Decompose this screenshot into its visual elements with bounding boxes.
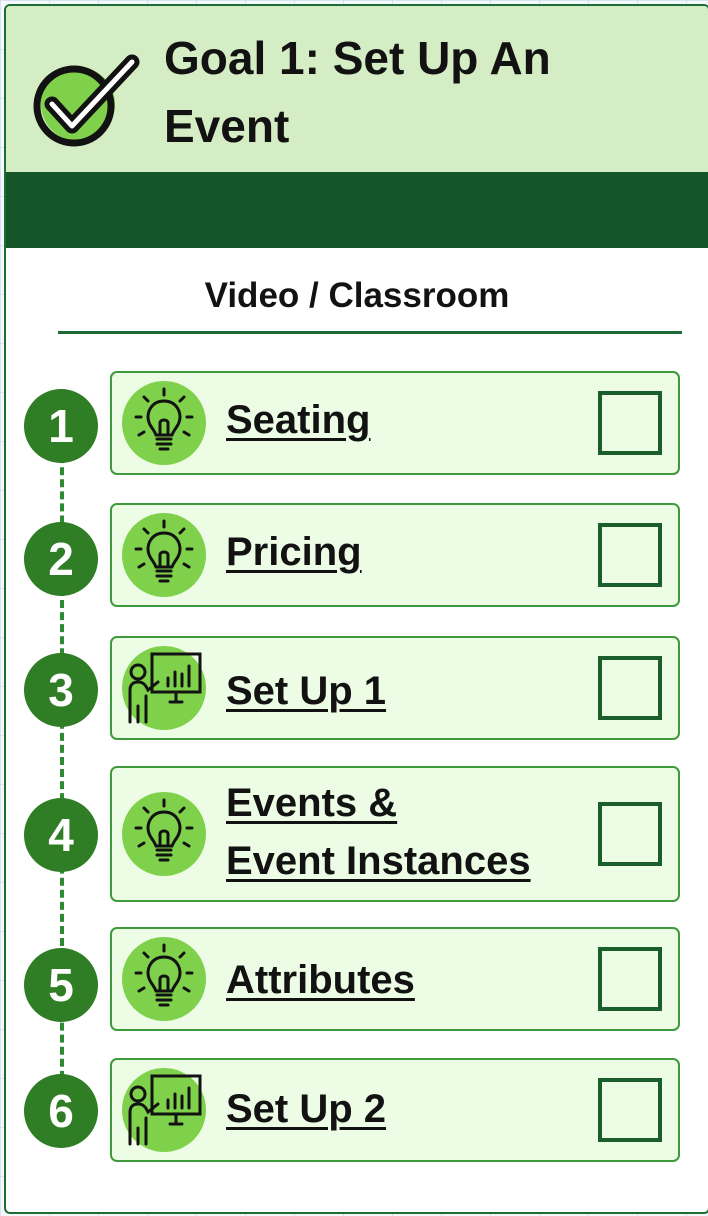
step-number-4: 4 [24, 798, 98, 872]
section-title: Video / Classroom [204, 276, 510, 315]
completion-checkbox[interactable] [598, 656, 662, 720]
section-divider [58, 331, 682, 334]
checklist-item-events-event-instances[interactable]: Events & Event Instances [110, 766, 680, 902]
step-number-1: 1 [24, 389, 98, 463]
checklist-item-pricing[interactable]: Pricing [110, 503, 680, 607]
checklist-item-seating[interactable]: Seating [110, 371, 680, 475]
check-badge-icon [33, 54, 140, 147]
step-number-5: 5 [24, 948, 98, 1022]
completion-checkbox[interactable] [598, 802, 662, 866]
item-label-events-event-instances[interactable]: Events & Event Instances [226, 774, 531, 890]
step-number-2: 2 [24, 522, 98, 596]
completion-checkbox[interactable] [598, 947, 662, 1011]
item-label-set-up-1[interactable]: Set Up 1 [226, 662, 386, 720]
lightbulb-icon [122, 513, 206, 597]
item-label-attributes[interactable]: Attributes [226, 951, 415, 1009]
lightbulb-icon [122, 381, 206, 465]
item-label-seating[interactable]: Seating [226, 391, 370, 449]
item-label-line[interactable]: Seating [226, 398, 370, 442]
step-number-6: 6 [24, 1074, 98, 1148]
presentation-icon [122, 1068, 206, 1152]
item-label-line[interactable]: Attributes [226, 958, 415, 1002]
goal-header: Goal 1: Set Up An Event [6, 6, 708, 172]
step-number-3: 3 [24, 653, 98, 727]
checklist-item-set-up-1[interactable]: Set Up 1 [110, 636, 680, 740]
lightbulb-icon [122, 792, 206, 876]
checklist-item-attributes[interactable]: Attributes [110, 927, 680, 1031]
completion-checkbox[interactable] [598, 391, 662, 455]
item-label-line[interactable]: Event Instances [226, 832, 531, 890]
header-band [6, 172, 708, 248]
item-label-pricing[interactable]: Pricing [226, 523, 362, 581]
completion-checkbox[interactable] [598, 523, 662, 587]
goal-title-line2: Event [164, 100, 290, 152]
item-label-line[interactable]: Pricing [226, 530, 362, 574]
item-label-line[interactable]: Set Up 2 [226, 1087, 386, 1131]
item-label-line[interactable]: Set Up 1 [226, 669, 386, 713]
completion-checkbox[interactable] [598, 1078, 662, 1142]
presentation-icon [122, 646, 206, 730]
goal-title: Goal 1: Set Up An Event [164, 24, 684, 160]
checklist-item-set-up-2[interactable]: Set Up 2 [110, 1058, 680, 1162]
goal-card: Goal 1: Set Up An Event Video / Classroo… [4, 4, 708, 1214]
goal-title-line1: Goal 1: Set Up An [164, 32, 551, 84]
item-label-set-up-2[interactable]: Set Up 2 [226, 1080, 386, 1138]
item-label-line[interactable]: Events & [226, 774, 531, 832]
lightbulb-icon [122, 937, 206, 1021]
